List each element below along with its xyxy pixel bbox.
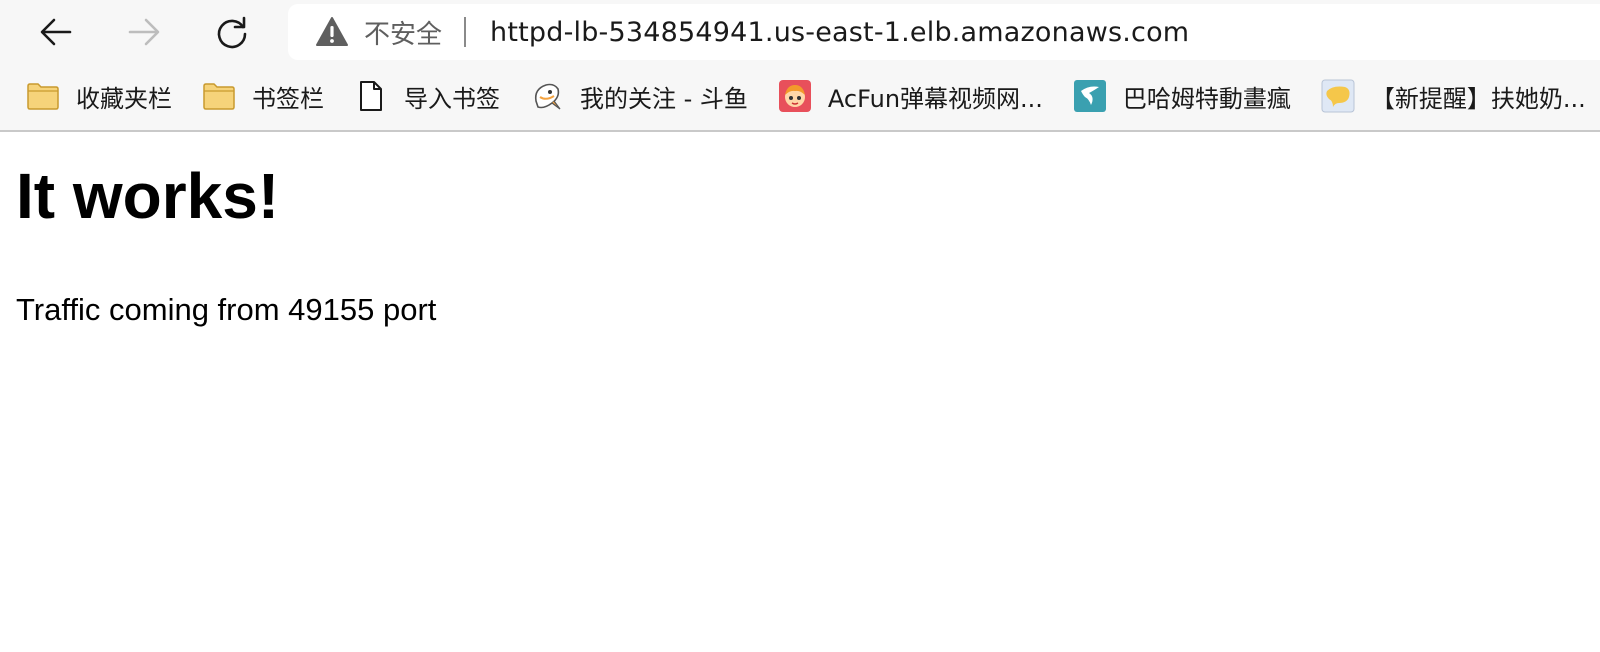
warning-triangle-icon[interactable] xyxy=(314,14,350,50)
bookmark-import[interactable]: 导入书签 xyxy=(354,72,500,120)
url-text[interactable]: httpd-lb-534854941.us-east-1.elb.amazona… xyxy=(490,17,1189,48)
bookmark-label: 我的关注 - 斗鱼 xyxy=(580,84,748,113)
bookmark-reminder[interactable]: 【新提醒】扶她奶... xyxy=(1321,72,1586,120)
page-content: It works! Traffic coming from 49155 port xyxy=(0,160,1600,330)
reload-icon xyxy=(217,16,247,49)
arrow-left-icon xyxy=(40,18,72,46)
site-favicon-icon xyxy=(1321,79,1355,113)
douyu-shark-icon xyxy=(530,79,564,113)
document-icon xyxy=(354,79,388,113)
browser-chrome: 不安全 httpd-lb-534854941.us-east-1.elb.ama… xyxy=(0,0,1600,132)
reload-button[interactable] xyxy=(208,8,256,56)
bookmark-label: 书签栏 xyxy=(252,84,324,113)
bookmark-label: 收藏夹栏 xyxy=(76,84,172,113)
address-bar[interactable]: 不安全 httpd-lb-534854941.us-east-1.elb.ama… xyxy=(288,4,1600,60)
bookmark-favorites-bar[interactable]: 收藏夹栏 xyxy=(26,72,172,120)
arrow-right-icon xyxy=(128,18,160,46)
page-body-text: Traffic coming from 49155 port xyxy=(16,292,437,327)
bookmark-bahamut[interactable]: 巴哈姆特動畫瘋 xyxy=(1073,72,1291,120)
bookmark-label: 巴哈姆特動畫瘋 xyxy=(1122,84,1291,113)
back-button[interactable] xyxy=(32,8,80,56)
address-divider xyxy=(464,17,467,47)
bookmark-label: 【新提醒】扶她奶... xyxy=(1370,84,1586,113)
bookmark-label: AcFun弹幕视频网... xyxy=(827,84,1043,113)
bookmark-douyu[interactable]: 我的关注 - 斗鱼 xyxy=(530,72,748,120)
bookmark-label: 导入书签 xyxy=(404,84,500,113)
page-heading: It works! xyxy=(16,160,280,232)
acfun-icon xyxy=(778,79,812,113)
bookmark-acfun[interactable]: AcFun弹幕视频网... xyxy=(778,72,1043,120)
bookmark-bookmarks-bar[interactable]: 书签栏 xyxy=(202,72,324,120)
folder-icon xyxy=(202,79,236,113)
security-status-label[interactable]: 不安全 xyxy=(364,14,442,51)
forward-button[interactable] xyxy=(120,8,168,56)
browser-toolbar: 不安全 httpd-lb-534854941.us-east-1.elb.ama… xyxy=(0,0,1600,62)
folder-icon xyxy=(26,79,60,113)
bahamut-icon xyxy=(1073,79,1107,113)
bookmarks-bar: 收藏夹栏 书签栏 导入书签 我的关注 - 斗鱼 AcFun弹幕视频网... 巴哈… xyxy=(0,62,1600,130)
